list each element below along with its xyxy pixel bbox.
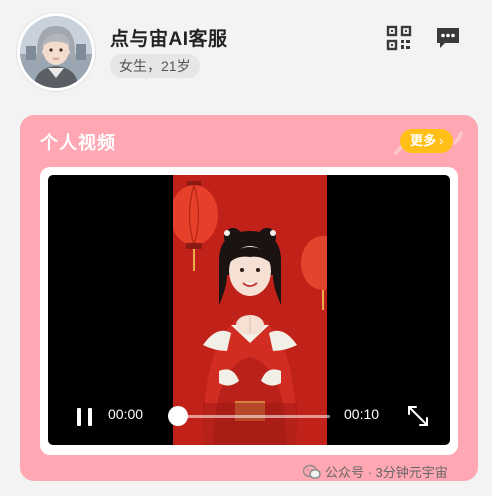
more-button-label: 更多 [410,133,437,148]
pause-icon[interactable] [74,406,96,428]
player-controls: 00:00 00:10 [48,389,450,445]
wechat-icon [302,464,321,479]
personal-videos-card: 个人视频 更多 › 00:00 00:10 [20,115,478,481]
progress-track[interactable] [170,415,330,418]
avatar[interactable] [17,13,95,91]
video-player[interactable]: 00:00 00:10 [48,175,450,445]
qr-code-icon[interactable] [385,24,413,52]
video-player-frame: 00:00 00:10 [40,167,458,455]
more-button[interactable]: 更多 › [400,129,454,153]
duration: 00:10 [344,406,380,422]
section-title: 个人视频 [40,133,116,153]
current-time: 00:00 [108,406,144,422]
profile-name: 点与宙AI客服 [110,29,228,50]
profile-tag: 女生，21岁 [110,54,200,78]
avatar-image [20,16,92,88]
progress-thumb[interactable] [168,406,188,426]
watermark-text: 公众号 · 3分钟元宇宙 [325,465,448,480]
chevron-right-icon: › [439,133,444,148]
fullscreen-icon[interactable] [405,403,431,429]
chat-bubble-icon[interactable] [434,24,462,52]
watermark: 公众号 · 3分钟元宇宙 [302,462,448,481]
